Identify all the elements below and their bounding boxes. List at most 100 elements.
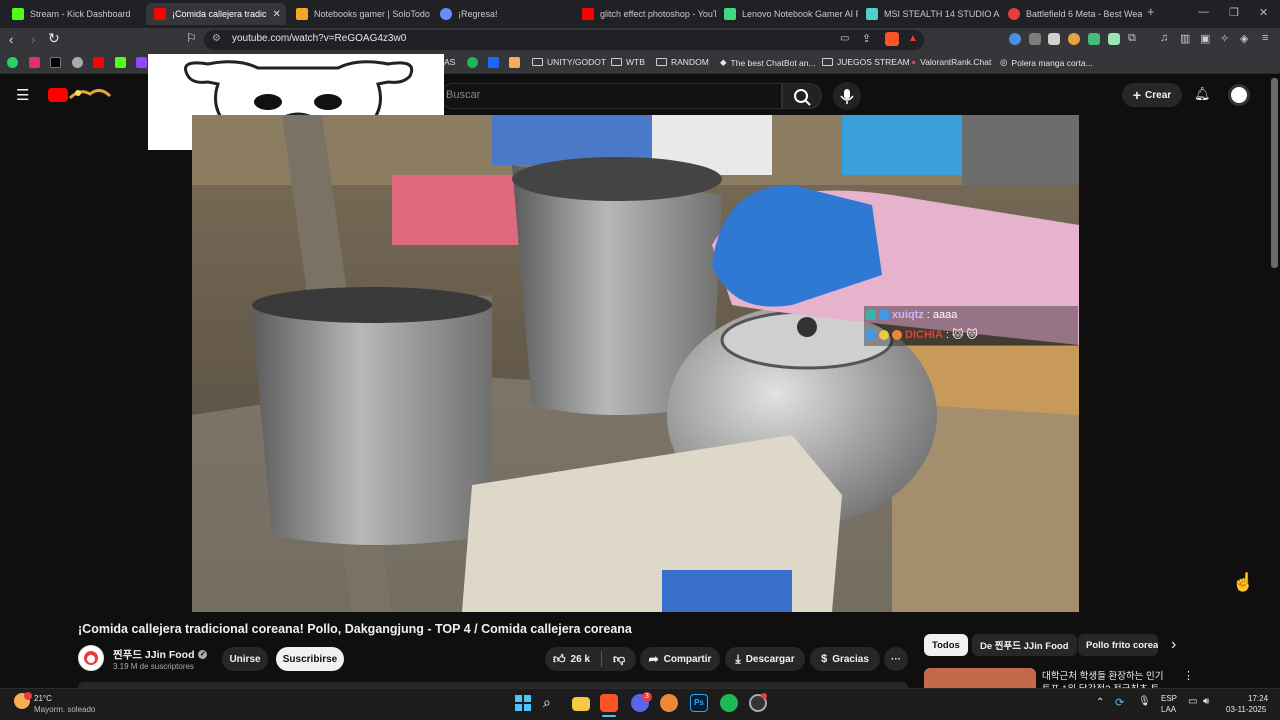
music-icon[interactable]: ♫ — [1160, 32, 1168, 44]
site-info-icon[interactable]: ⚙ — [212, 33, 221, 44]
search-button[interactable] — [782, 83, 822, 109]
puzzle-icon[interactable]: ⧉ — [1128, 32, 1136, 45]
extension-icon[interactable] — [1068, 33, 1080, 45]
bookmark-as[interactable]: AS — [444, 57, 455, 67]
recommended-menu-icon[interactable]: ⋮ — [1183, 669, 1194, 682]
cast-icon[interactable]: ▭ — [840, 33, 849, 44]
bookmark-icon[interactable]: ⚐ — [186, 31, 197, 45]
bookmark-app-icon[interactable] — [509, 57, 520, 68]
share-button[interactable]: ➦ Compartir — [640, 647, 720, 671]
share-icon[interactable]: ⇪ — [862, 32, 871, 45]
bookmark-app-icon[interactable] — [467, 57, 478, 68]
bookmark-folder-juegos[interactable]: JUEGOS STREAM — [822, 57, 910, 67]
notifications-bell-icon[interactable]: 🔔︎ — [1194, 86, 1211, 102]
leo-ai-icon[interactable]: ✧ — [1220, 32, 1229, 45]
chip-from-channel[interactable]: De 찐푸드 JJin Food — [972, 634, 1077, 656]
bookmark-chatbot[interactable]: ◆ The best ChatBot an... — [720, 57, 816, 68]
account-avatar[interactable] — [1228, 84, 1250, 106]
url-text[interactable]: youtube.com/watch?v=ReGOAG4z3w0 — [232, 33, 406, 44]
tab-battlefield[interactable]: Battlefield 6 Meta - Best Weap — [1000, 3, 1142, 25]
extension-icon[interactable] — [1088, 33, 1100, 45]
apple-icon[interactable] — [72, 57, 83, 68]
kick-icon[interactable] — [115, 57, 126, 68]
download-button[interactable]: ⤓ Descargar — [725, 647, 805, 671]
tray-overflow-icon[interactable]: ⌃ — [1096, 697, 1104, 708]
like-button[interactable]: 👍︎ 26 k — [553, 652, 590, 667]
new-tab-button[interactable]: + — [1147, 4, 1155, 19]
instagram-icon[interactable] — [29, 57, 40, 68]
close-window-button[interactable]: ✕ — [1259, 6, 1268, 19]
spotify-icon[interactable] — [720, 694, 738, 712]
vpn-icon[interactable]: ◈ — [1240, 32, 1248, 45]
x-icon[interactable] — [50, 57, 61, 68]
windows-start-icon[interactable] — [514, 694, 532, 712]
join-button[interactable]: Unirse — [222, 647, 268, 671]
tab-msi[interactable]: MSI STEALTH 14 STUDIO A13V — [858, 3, 1000, 25]
clock-date[interactable]: 03-11-2025 — [1226, 705, 1266, 714]
sidebar-icon[interactable]: ▥ — [1180, 32, 1190, 45]
menu-icon[interactable]: ≡ — [1262, 32, 1268, 44]
photoshop-icon[interactable]: Ps — [690, 694, 708, 712]
brave-shield-icon[interactable] — [885, 32, 899, 46]
extension-icon[interactable] — [1048, 33, 1060, 45]
search-input[interactable] — [440, 83, 782, 109]
brave-browser-icon[interactable] — [600, 694, 618, 712]
network-icon[interactable]: ▭ — [1188, 696, 1197, 707]
chip-fried-chicken[interactable]: Pollo frito corean — [1078, 634, 1158, 656]
search-icon[interactable]: ⌕ — [543, 694, 561, 712]
channel-name[interactable]: 찐푸드 JJin Food — [113, 647, 194, 662]
language-indicator[interactable]: ESP — [1161, 694, 1177, 703]
behance-icon[interactable] — [488, 57, 499, 68]
dislike-button[interactable]: 👎︎ — [613, 652, 625, 667]
extension-icon[interactable] — [1029, 33, 1041, 45]
volume-icon[interactable]: 🔊︎ — [1203, 696, 1209, 707]
twitch-icon[interactable] — [136, 57, 147, 68]
youtube-icon[interactable] — [93, 57, 104, 68]
youtube-logo-icon[interactable] — [48, 88, 68, 102]
channel-name-row[interactable]: 찐푸드 JJin Food ✓ — [113, 647, 208, 662]
tab-youtube-glitch[interactable]: glitch effect photoshop - YouT — [574, 3, 716, 25]
subscribe-button[interactable]: Suscribirse — [276, 647, 344, 671]
page-scrollbar-thumb[interactable] — [1271, 78, 1278, 268]
close-tab-icon[interactable]: ✕ — [273, 9, 281, 20]
forward-icon[interactable]: › — [31, 32, 35, 47]
bookmark-folder-unity[interactable]: UNITY/GODOT — [532, 57, 606, 67]
bookmark-valorantrank[interactable]: ● ValorantRank.Chat — [911, 57, 991, 67]
file-explorer-icon[interactable] — [572, 697, 590, 711]
tab-solotodo[interactable]: Notebooks gamer | SoloTodo.cl — [288, 3, 430, 25]
reload-icon[interactable]: ↻ — [48, 30, 60, 47]
minimize-button[interactable]: — — [1198, 6, 1209, 18]
create-button[interactable]: + Crear — [1122, 83, 1182, 107]
recommended-thumbnail[interactable] — [924, 668, 1036, 688]
hamburger-menu-icon[interactable]: ☰ — [16, 86, 29, 104]
recommended-title-line2[interactable]: 토프 1위 달강정? 전국최초 트 — [1042, 681, 1159, 688]
chip-all[interactable]: Todos — [924, 634, 968, 656]
maximize-button[interactable]: ❐ — [1229, 6, 1239, 19]
voice-search-button[interactable] — [833, 82, 861, 110]
weather-temp[interactable]: 21°C — [34, 694, 52, 703]
clock-time[interactable]: 17:24 — [1248, 694, 1268, 703]
channel-avatar[interactable] — [78, 645, 104, 671]
thanks-button[interactable]: $ Gracias — [810, 647, 880, 671]
blender-icon[interactable] — [660, 694, 678, 712]
recommended-title[interactable]: 대학근처 학생들 환장하는 인기 — [1042, 668, 1164, 682]
sync-icon[interactable]: ⟳ — [1115, 696, 1124, 709]
wallet-icon[interactable]: ▣ — [1200, 32, 1210, 45]
weather-desc[interactable]: Mayorm. soleado — [34, 705, 95, 714]
tab-lenovo[interactable]: Lenovo Notebook Gamer AI P — [716, 3, 858, 25]
tab-youtube-active[interactable]: ¡Comida callejera tradic ✕ — [146, 3, 286, 25]
more-actions-button[interactable]: ··· — [884, 647, 908, 671]
brave-rewards-icon[interactable]: ▲ — [908, 33, 918, 44]
tab-regresa[interactable]: ¡Regresa! — [432, 3, 572, 25]
back-icon[interactable]: ‹ — [9, 32, 13, 47]
microphone-tray-icon[interactable]: 🎙︎ — [1138, 696, 1151, 707]
bookmark-folder-random[interactable]: RANDOM — [656, 57, 709, 67]
bookmark-polera[interactable]: ◎ Polera manga corta... — [1000, 57, 1093, 68]
bookmark-folder-wtb[interactable]: WTB — [611, 57, 645, 67]
whatsapp-icon[interactable] — [7, 57, 18, 68]
extension-icon[interactable] — [1009, 33, 1021, 45]
extension-icon[interactable] — [1108, 33, 1120, 45]
video-player[interactable] — [192, 115, 1079, 612]
chips-next-icon[interactable]: › — [1171, 636, 1176, 654]
language-layout[interactable]: LAA — [1161, 705, 1176, 714]
